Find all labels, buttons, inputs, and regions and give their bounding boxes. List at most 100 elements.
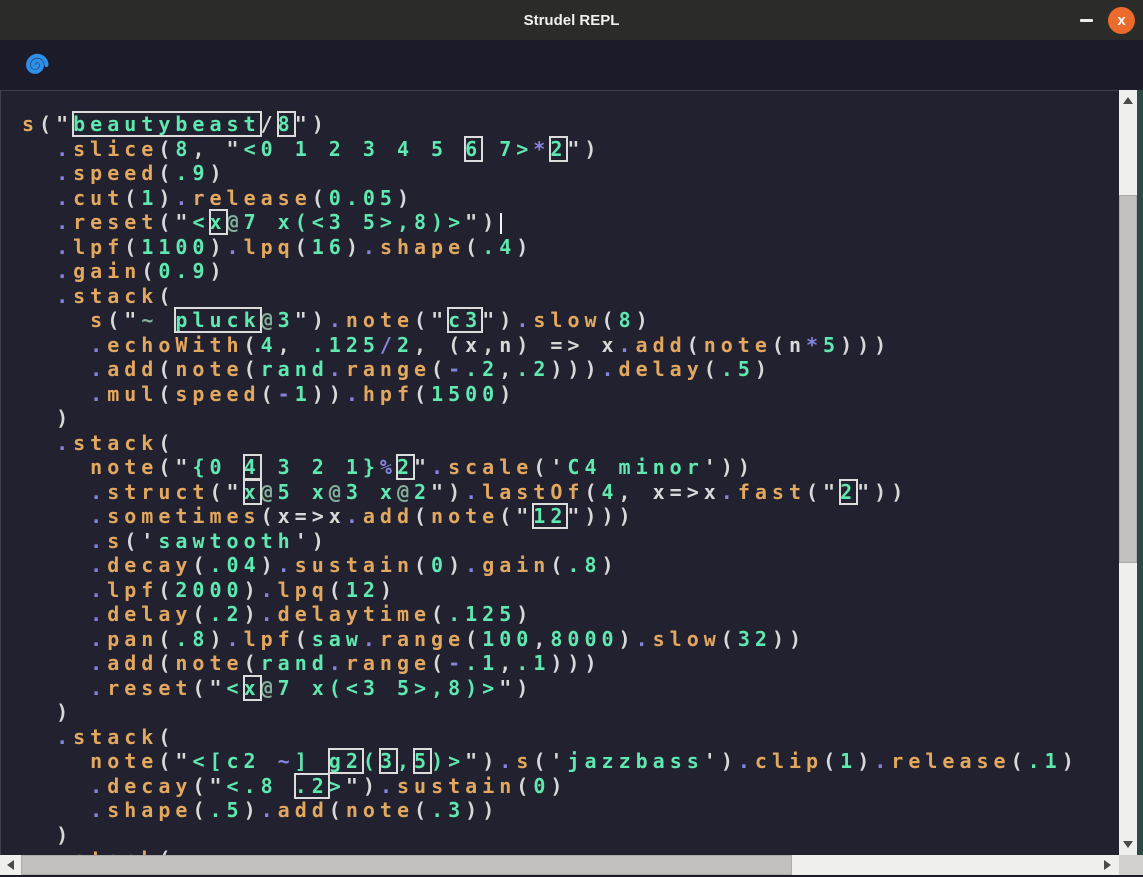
horizontal-scrollbar-thumb[interactable] [21,855,792,875]
code-token: . [227,627,244,651]
code-token: - [278,382,295,406]
code-token: ( [158,651,175,675]
code-token: range [346,357,431,381]
code-token: . [499,749,516,773]
code-token: , (x,n) => x [414,333,619,357]
code-token: ( [431,602,448,626]
code-token: ( [516,774,533,798]
code-token: )) [772,627,806,651]
code-token: . [56,725,73,749]
code-line: .stack( [22,847,1079,855]
code-token: . [329,651,346,675]
code-token: ~ [141,308,158,332]
vertical-scrollbar[interactable] [1119,90,1137,855]
scroll-left-arrow-icon[interactable] [7,860,14,870]
code-token: . [329,308,346,332]
horizontal-scrollbar[interactable] [0,855,1143,875]
code-token: ( [192,798,209,822]
code-token: 1 [295,382,312,406]
code-token [22,774,90,798]
code-token: (" [158,210,192,234]
code-token: note [90,749,158,773]
code-line: .gain(0.9) [22,259,1079,284]
code-line: .lpf(1100).lpq(16).shape(.4) [22,235,1079,260]
code-token: 1100 [141,235,209,259]
code-token: s [22,112,39,136]
editor-panel: s("beautybeast/8") .slice(8, "<0 1 2 3 4… [0,90,1119,855]
code-token: lpq [278,578,329,602]
vertical-scrollbar-thumb[interactable] [1119,195,1137,563]
code-line: .cut(1).release(0.05) [22,186,1079,211]
code-editor[interactable]: s("beautybeast/8") .slice(8, "<0 1 2 3 4… [1,91,1079,855]
code-token: <0 1 2 3 4 5 [244,137,466,161]
code-token: (" [107,308,141,332]
code-token: . [56,137,73,161]
close-button[interactable]: x [1108,7,1135,34]
code-token: note [346,798,414,822]
code-token: (" [192,676,226,700]
code-token [22,431,56,455]
scroll-up-arrow-icon[interactable] [1123,97,1133,104]
code-token: ( [465,235,482,259]
code-token: ) [755,357,772,381]
code-token: note [90,455,158,479]
code-token: .2 [209,602,243,626]
code-token: . [90,798,107,822]
code-token: . [90,578,107,602]
active-token: x [210,210,227,234]
code-token: )> [431,749,465,773]
code-token: slow [533,308,601,332]
code-token: 2 [397,333,414,357]
code-token: .1 [1028,749,1062,773]
code-token [22,357,90,381]
scroll-down-arrow-icon[interactable] [1123,841,1133,848]
active-token: 2 [840,480,857,504]
code-token: )) [312,382,346,406]
code-token: ) [636,308,653,332]
code-token: , [397,749,414,773]
active-token: 2 [397,455,414,479]
code-token [22,725,56,749]
minimize-button[interactable] [1072,6,1100,34]
code-token: (" [192,774,226,798]
code-line: .s('sawtooth') [22,529,1079,554]
code-token: ( [158,284,175,308]
code-token [22,382,90,406]
code-token: ))) [550,651,601,675]
active-token: 6 [465,137,482,161]
code-token: . [636,627,653,651]
code-token [22,578,90,602]
strudel-spiral-icon[interactable] [19,49,51,81]
code-token: . [602,357,619,381]
code-token: sometimes [107,504,260,528]
code-token: ) [209,235,226,259]
code-token: gain [482,553,550,577]
code-token: sawtooth [158,529,294,553]
code-token: < [192,210,209,234]
code-token: pan [107,627,158,651]
code-token: ( [772,333,789,357]
code-token: . [721,480,738,504]
window-title: Strudel REPL [524,12,620,29]
code-line: .speed(.9) [22,161,1079,186]
code-token: .1 [516,651,550,675]
code-line: .stack( [22,431,1079,456]
code-token: . [90,333,107,357]
code-token: . [56,186,73,210]
scroll-right-arrow-icon[interactable] [1104,860,1111,870]
code-token: add [107,357,158,381]
code-token: @ [261,308,278,332]
titlebar[interactable]: Strudel REPL x [0,0,1143,40]
code-token: delaytime [278,602,431,626]
code-token: ( [414,553,431,577]
code-token: % [380,455,397,479]
code-token: .9 [175,161,209,185]
code-token: <[c2 [192,749,277,773]
code-token: . [90,651,107,675]
code-token: @ [397,480,414,504]
code-token: ) [22,823,73,847]
code-token: . [90,627,107,651]
code-line: s("~ pluck@3").note("c3").slow(8) [22,308,1079,333]
code-token: . [261,578,278,602]
code-token: . [90,480,107,504]
